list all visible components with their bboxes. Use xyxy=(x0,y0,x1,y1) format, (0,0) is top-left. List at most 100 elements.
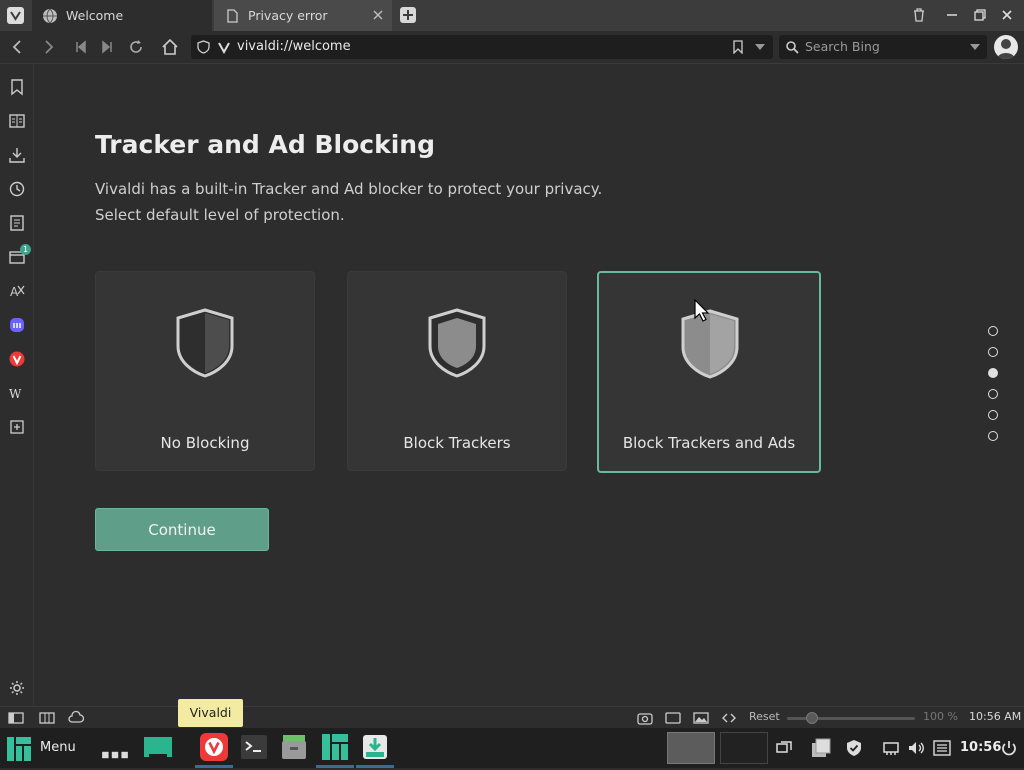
notification-badge: 1 xyxy=(20,244,31,255)
tab-welcome[interactable]: Welcome xyxy=(32,0,212,31)
profile-avatar[interactable] xyxy=(994,35,1018,59)
status-bar: Reset 100 % 10:56 AM xyxy=(0,706,1024,729)
tab-title: Privacy error xyxy=(248,8,328,23)
option-no-blocking[interactable]: No Blocking xyxy=(95,271,315,471)
panel-toggle-icon[interactable] xyxy=(8,710,24,726)
fast-forward-icon[interactable] xyxy=(98,38,116,56)
wikipedia-icon[interactable]: W xyxy=(8,384,26,402)
clipboard-icon[interactable] xyxy=(810,737,832,759)
chevron-down-icon[interactable] xyxy=(970,44,980,50)
side-panel: 1 A W xyxy=(0,64,34,706)
camera-capture-icon[interactable] xyxy=(637,710,653,726)
step-dot-6[interactable] xyxy=(988,431,998,441)
close-window-icon[interactable] xyxy=(1000,8,1014,22)
mastodon-icon[interactable] xyxy=(8,316,26,334)
trash-icon[interactable] xyxy=(911,7,927,23)
rewind-icon[interactable] xyxy=(72,38,90,56)
downloads-icon[interactable] xyxy=(8,146,26,164)
start-menu-button[interactable]: Menu xyxy=(0,728,92,768)
vivaldi-app-icon[interactable] xyxy=(199,732,229,762)
mouse-cursor-icon xyxy=(694,299,710,322)
step-dot-3-active[interactable] xyxy=(988,368,998,378)
settings-gear-icon[interactable] xyxy=(8,679,26,697)
page-title: Tracker and Ad Blocking xyxy=(95,130,435,159)
tab-privacy-error[interactable]: Privacy error xyxy=(214,0,392,31)
page-actions-icon[interactable] xyxy=(721,710,737,726)
app-grid-icon[interactable] xyxy=(100,740,130,770)
continue-button[interactable]: Continue xyxy=(95,508,269,551)
zoom-slider-handle[interactable] xyxy=(806,712,818,724)
volume-icon[interactable] xyxy=(907,739,925,757)
window-icon[interactable] xyxy=(665,710,681,726)
option-label: Block Trackers and Ads xyxy=(622,434,796,452)
home-icon[interactable] xyxy=(161,38,179,56)
restore-icon[interactable] xyxy=(973,8,987,22)
new-tab-button[interactable] xyxy=(400,7,416,23)
taskbar-tooltip: Vivaldi xyxy=(178,699,243,727)
statusbar-clock: 10:56 AM xyxy=(969,710,1022,723)
page-description: Vivaldi has a built-in Tracker and Ad bl… xyxy=(95,176,655,228)
shield-trackers-icon xyxy=(428,308,486,378)
terminal-app-icon[interactable] xyxy=(239,732,269,762)
show-desktop-icon[interactable] xyxy=(143,732,173,762)
add-web-panel-icon[interactable] xyxy=(8,418,26,436)
image-toggle-icon[interactable] xyxy=(693,710,709,726)
manjaro-settings-app-icon[interactable] xyxy=(320,732,350,762)
plus-icon xyxy=(403,10,413,20)
chevron-down-icon[interactable] xyxy=(755,44,765,50)
power-icon[interactable] xyxy=(1000,739,1018,757)
back-icon[interactable] xyxy=(8,38,26,56)
tab-title: Welcome xyxy=(66,8,124,23)
option-block-trackers-and-ads[interactable]: Block Trackers and Ads xyxy=(597,271,821,473)
page-icon xyxy=(227,8,238,23)
svg-text:A: A xyxy=(10,285,19,299)
step-dot-1[interactable] xyxy=(988,326,998,336)
tab-bar: Welcome Privacy error xyxy=(0,0,1024,31)
search-field[interactable] xyxy=(779,35,987,59)
step-dot-5[interactable] xyxy=(988,410,998,420)
reload-icon[interactable] xyxy=(127,38,145,56)
manjaro-logo-icon xyxy=(7,737,31,761)
menu-label: Menu xyxy=(40,740,76,755)
notes-icon[interactable] xyxy=(8,214,26,232)
vivaldi-menu-icon[interactable] xyxy=(7,7,24,24)
cloud-sync-icon[interactable] xyxy=(68,710,84,726)
search-icon xyxy=(786,41,799,54)
vivaldi-logo-icon xyxy=(218,42,230,54)
address-field[interactable]: vivaldi://welcome xyxy=(191,35,773,59)
bookmark-icon[interactable] xyxy=(732,40,744,54)
option-label: No Blocking xyxy=(160,434,250,452)
taskbar: Menu 10:56 xyxy=(0,728,1024,768)
history-icon[interactable] xyxy=(8,180,26,198)
tab-tiling-icon[interactable] xyxy=(39,710,55,726)
keyboard-layout-icon[interactable] xyxy=(933,739,951,757)
zoom-reset-button[interactable]: Reset xyxy=(749,710,780,723)
option-label: Block Trackers xyxy=(403,434,511,452)
step-dot-4[interactable] xyxy=(988,389,998,399)
translate-icon[interactable]: A xyxy=(8,282,26,300)
package-manager-app-icon[interactable] xyxy=(360,732,390,762)
bookmarks-icon[interactable] xyxy=(8,78,26,96)
search-input[interactable] xyxy=(803,38,967,55)
vivaldi-web-panel-icon[interactable] xyxy=(8,350,26,368)
user-icon xyxy=(997,39,1015,59)
globe-icon xyxy=(43,8,57,23)
step-dot-2[interactable] xyxy=(988,347,998,357)
address-bar-row: vivaldi://welcome xyxy=(0,31,1024,64)
reading-list-icon[interactable] xyxy=(8,112,26,130)
description-line-2: Select default level of protection. xyxy=(95,206,345,224)
file-manager-app-icon[interactable] xyxy=(279,732,309,762)
workspace-2[interactable] xyxy=(720,732,768,764)
workspace-1[interactable] xyxy=(667,732,715,764)
forward-icon[interactable] xyxy=(40,38,58,56)
window-switcher-icon[interactable] xyxy=(775,739,793,757)
minimize-icon[interactable] xyxy=(945,8,959,22)
close-icon[interactable] xyxy=(372,9,384,21)
site-info-shield-icon[interactable] xyxy=(197,40,210,54)
network-icon[interactable] xyxy=(882,739,900,757)
svg-text:W: W xyxy=(9,387,22,401)
security-shield-icon[interactable] xyxy=(845,739,863,757)
option-block-trackers[interactable]: Block Trackers xyxy=(347,271,567,471)
shield-half-icon xyxy=(176,308,234,378)
taskbar-clock: 10:56 xyxy=(960,740,1002,755)
